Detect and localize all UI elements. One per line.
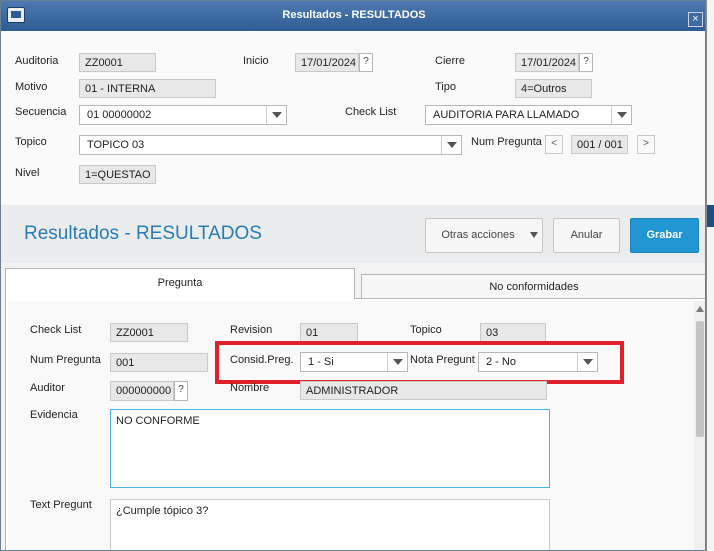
background-bar <box>707 205 714 227</box>
num-pregunta-field[interactable]: 001 / 001 <box>571 135 628 154</box>
next-question-button[interactable]: > <box>637 135 655 154</box>
revision-field[interactable]: 01 <box>300 323 358 342</box>
nivel-field[interactable]: 1=QUESTAO <box>79 165 156 184</box>
topico-select[interactable]: TOPICO 03 <box>79 135 462 155</box>
anular-button[interactable]: Anular <box>553 218 620 253</box>
secuencia-label: Secuencia <box>15 106 67 118</box>
text-pregunt-label: Text Pregunt <box>30 499 92 511</box>
tipo-field[interactable]: 4=Outros <box>515 79 592 98</box>
secuencia-value: 01 00000002 <box>87 109 152 121</box>
close-button[interactable]: × <box>688 12 703 27</box>
inicio-field[interactable]: 17/01/2024 <box>295 53 359 72</box>
checklist-label: Check List <box>30 324 82 336</box>
vertical-scrollbar[interactable] <box>694 301 705 550</box>
num-pregunta-label: Num Pregunta <box>471 136 542 148</box>
tab-no-conformidades[interactable]: No conformidades <box>361 274 705 299</box>
header-form: Auditoria ZZ0001 Inicio 17/01/2024 ? Cie… <box>1 31 705 205</box>
dialog-window: Resultados - RESULTADOS × Auditoria ZZ00… <box>0 0 706 551</box>
checklist-select[interactable]: AUDITORIA PARA LLAMADO <box>425 105 632 125</box>
prev-question-button[interactable]: < <box>545 135 563 154</box>
checklist-field[interactable]: ZZ0001 <box>110 323 188 342</box>
num-pregunta-label: Num Pregunta <box>30 354 101 366</box>
num-pregunta-field[interactable]: 001 <box>110 353 208 372</box>
window-title: Resultados - RESULTADOS <box>282 9 426 21</box>
scroll-up-icon[interactable] <box>696 306 704 312</box>
motivo-label: Motivo <box>15 81 48 93</box>
auditor-help-button[interactable]: ? <box>174 381 188 401</box>
scrollbar-thumb[interactable] <box>696 321 704 437</box>
inicio-help-button[interactable]: ? <box>359 53 373 72</box>
auditor-label: Auditor <box>30 382 65 394</box>
checklist-value: AUDITORIA PARA LLAMADO <box>433 109 580 121</box>
chevron-down-icon <box>611 106 631 124</box>
otras-acciones-button[interactable]: Otras acciones <box>425 218 543 253</box>
evidencia-textarea[interactable]: NO CONFORME <box>110 409 550 488</box>
revision-label: Revision <box>230 324 273 336</box>
auditoria-field[interactable]: ZZ0001 <box>79 53 156 72</box>
auditoria-label: Auditoria <box>15 55 59 67</box>
cierre-field[interactable]: 17/01/2024 <box>515 53 579 72</box>
topico-field[interactable]: 03 <box>480 323 546 342</box>
motivo-field[interactable]: 01 - INTERNA <box>79 79 216 98</box>
nivel-label: Nivel <box>15 167 40 179</box>
auditor-field[interactable]: 000000000 <box>110 381 174 401</box>
topico-label: Topico <box>410 324 442 336</box>
chevron-down-icon <box>266 106 286 124</box>
secuencia-select[interactable]: 01 00000002 <box>79 105 287 125</box>
tab-panel: Check List ZZ0001 Revision 01 Topico 03 … <box>5 298 705 550</box>
evidencia-label: Evidencia <box>30 409 78 421</box>
topico-label: Topico <box>15 136 47 148</box>
checklist-label: Check List <box>345 106 397 118</box>
tipo-label: Tipo <box>435 81 456 93</box>
otras-acciones-label: Otras acciones <box>441 229 515 241</box>
chevron-down-icon <box>441 136 461 154</box>
tab-pregunta[interactable]: Pregunta <box>5 268 355 299</box>
cierre-label: Cierre <box>435 55 465 67</box>
grabar-button[interactable]: Grabar <box>630 218 699 253</box>
text-pregunt-textarea[interactable]: ¿Cumple tópico 3? <box>110 499 550 550</box>
highlight-box <box>215 341 624 384</box>
action-bar: Resultados - RESULTADOS Otras acciones A… <box>1 205 705 263</box>
background-window-edge <box>706 0 714 551</box>
nombre-label: Nombre <box>230 382 270 394</box>
nombre-field[interactable]: ADMINISTRADOR <box>300 381 547 400</box>
chevron-down-icon <box>530 232 538 238</box>
page-title: Resultados - RESULTADOS <box>24 223 262 244</box>
question-form: Check List ZZ0001 Revision 01 Topico 03 … <box>8 301 694 550</box>
cierre-help-button[interactable]: ? <box>579 53 593 72</box>
inicio-label: Inicio <box>243 55 269 67</box>
title-bar: Resultados - RESULTADOS × <box>1 1 705 31</box>
topico-value: TOPICO 03 <box>87 139 145 151</box>
